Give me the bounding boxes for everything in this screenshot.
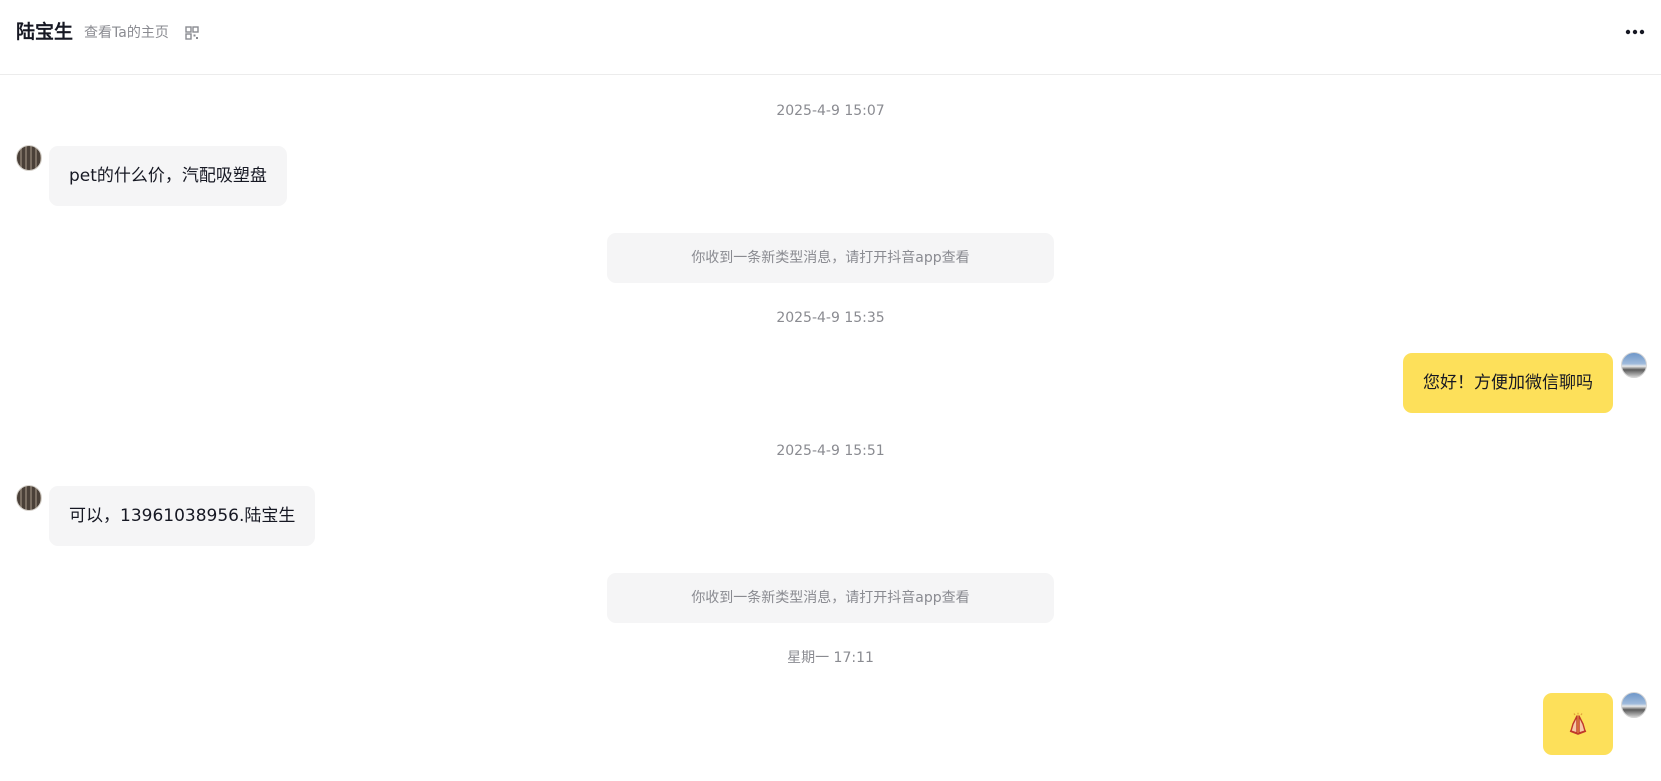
chat-header: 陆宝生 查看Ta的主页 xyxy=(0,0,1661,75)
self-avatar[interactable] xyxy=(1621,352,1647,378)
contact-name: 陆宝生 xyxy=(16,21,74,43)
qr-code-icon[interactable] xyxy=(185,26,199,40)
incoming-message-bubble[interactable]: pet的什么价，汽配吸塑盘 xyxy=(49,146,287,206)
message-timestamp: 星期一 17:11 xyxy=(787,650,874,666)
view-profile-link[interactable]: 查看Ta的主页 xyxy=(84,23,169,43)
chat-window: 陆宝生 查看Ta的主页 2025-4-9 15:07 pet的什么价，汽配吸塑盘… xyxy=(0,0,1661,781)
more-horizontal-icon[interactable] xyxy=(1623,22,1647,42)
message-timestamp: 2025-4-9 15:51 xyxy=(776,443,885,459)
incoming-message-bubble[interactable]: 可以，13961038956.陆宝生 xyxy=(49,486,316,546)
self-avatar[interactable] xyxy=(1621,692,1647,718)
contact-avatar[interactable] xyxy=(16,145,42,171)
system-notice: 你收到一条新类型消息，请打开抖音app查看 xyxy=(607,233,1054,283)
message-timestamp: 2025-4-9 15:07 xyxy=(776,103,885,119)
outgoing-message-bubble[interactable]: 您好！方便加微信聊吗 xyxy=(1403,353,1613,413)
system-notice: 你收到一条新类型消息，请打开抖音app查看 xyxy=(607,573,1054,623)
contact-avatar[interactable] xyxy=(16,485,42,511)
message-timestamp: 2025-4-9 15:35 xyxy=(776,310,885,326)
folded-hands-sticker-icon xyxy=(1569,712,1587,735)
outgoing-sticker-bubble[interactable] xyxy=(1543,693,1613,755)
